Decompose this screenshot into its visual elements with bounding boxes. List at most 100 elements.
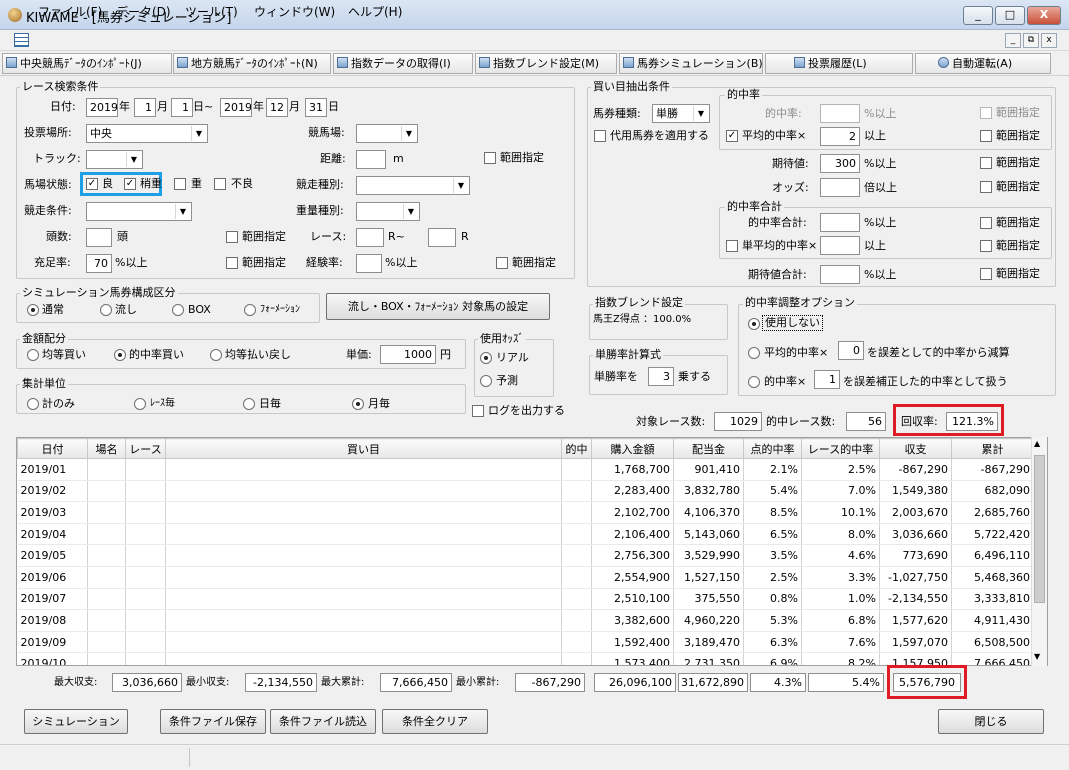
adjust-subtract-radio[interactable]	[748, 347, 760, 359]
single-avg-checkbox[interactable]	[726, 240, 738, 252]
course-select[interactable]: ▼	[356, 124, 418, 143]
mdi-close-button[interactable]: x	[1041, 33, 1057, 48]
year-to-input[interactable]: 2019	[220, 98, 252, 117]
expected-sum-range-checkbox[interactable]	[980, 268, 992, 280]
predicted-odds-radio[interactable]	[480, 375, 492, 387]
column-header[interactable]: レース的中率	[801, 438, 880, 459]
adjust-subtract-input[interactable]: 0	[838, 341, 864, 360]
menu-data[interactable]: データ(D)	[116, 3, 171, 20]
column-header[interactable]: 日付	[17, 438, 88, 459]
menu-file[interactable]: ファイル(F)	[38, 3, 102, 20]
results-grid[interactable]: 日付 場名 レース 買い目 的中 購入金額 配当金 点的中率 レース的中率 収支 累計 2019/0…	[16, 437, 1048, 666]
scroll-thumb[interactable]	[1034, 455, 1045, 603]
load-conditions-button[interactable]: 条件ファイル読込	[270, 709, 376, 734]
bet-simulation-button[interactable]: 馬券シミュレーション(B)	[619, 53, 763, 74]
hit-rate-sum-input[interactable]	[820, 213, 860, 232]
scroll-up-icon[interactable]: ▲	[1034, 439, 1040, 448]
sum-range-checkbox[interactable]	[980, 217, 992, 229]
box-radio[interactable]	[172, 304, 184, 316]
column-header[interactable]: 点的中率	[743, 438, 802, 459]
odds-range-checkbox[interactable]	[980, 181, 992, 193]
heads-input[interactable]	[86, 228, 112, 247]
expected-range-checkbox[interactable]	[980, 157, 992, 169]
per-race-radio[interactable]	[134, 398, 146, 410]
daily-radio[interactable]	[243, 398, 255, 410]
expected-value-input[interactable]: 300	[820, 154, 860, 173]
column-header[interactable]: 配当金	[673, 438, 744, 459]
distance-range-checkbox[interactable]	[484, 152, 496, 164]
vertical-scrollbar[interactable]: ▲ ▼	[1031, 437, 1047, 666]
target-horse-settings-button[interactable]: 流し・BOX・ﾌｫｰﾒｰｼｮﾝ 対象馬の設定	[326, 293, 550, 320]
menu-tools[interactable]: ツール(T)	[185, 3, 238, 20]
table-row[interactable]: 2019/03 2,102,700 4,106,370 8.5% 10.1% 2,003,…	[17, 501, 1034, 524]
normal-radio[interactable]	[27, 304, 39, 316]
year-from-input[interactable]: 2019	[86, 98, 118, 117]
save-conditions-button[interactable]: 条件ファイル保存	[160, 709, 266, 734]
table-row[interactable]: 2019/02 2,283,400 3,832,780 5.4% 7.0% 1,549,3…	[17, 480, 1034, 503]
column-header[interactable]: 場名	[87, 438, 126, 459]
menu-help[interactable]: ヘルプ(H)	[348, 3, 402, 20]
total-only-radio[interactable]	[27, 398, 39, 410]
day-to-input[interactable]: 31	[305, 98, 327, 117]
equal-payout-radio[interactable]	[210, 349, 222, 361]
clear-conditions-button[interactable]: 条件全クリア	[382, 709, 488, 734]
bet-type-select[interactable]: 単勝 ▼	[652, 104, 710, 123]
fill-range-checkbox[interactable]	[226, 257, 238, 269]
odds-input[interactable]	[820, 178, 860, 197]
import-local-button[interactable]: 地方競馬ﾃﾞｰﾀのｲﾝﾎﾟｰﾄ(N)	[173, 53, 331, 74]
table-row[interactable]: 2019/01 1,768,700 901,410 2.1% 2.5% -867,290-…	[17, 458, 1034, 481]
experience-rate-input[interactable]	[356, 254, 382, 273]
hit-rate-buy-radio[interactable]	[114, 349, 126, 361]
column-header[interactable]: 収支	[879, 438, 952, 459]
formation-radio[interactable]	[244, 304, 256, 316]
hit-rate-input[interactable]	[820, 104, 860, 123]
grid-icon[interactable]	[14, 33, 29, 47]
day-from-input[interactable]: 1	[171, 98, 193, 117]
table-row[interactable]: 2019/05 2,756,300 3,529,990 3.5% 4.6% 773,690…	[17, 544, 1034, 567]
scroll-down-icon[interactable]: ▼	[1034, 652, 1040, 661]
month-from-input[interactable]: 1	[134, 98, 156, 117]
weight-type-select[interactable]: ▼	[356, 202, 420, 221]
table-row[interactable]: 2019/07 2,510,100 375,550 0.8% 1.0% -2,134,55…	[17, 588, 1034, 611]
mdi-minimize-button[interactable]: _	[1005, 33, 1021, 48]
heavy-checkbox[interactable]	[174, 178, 186, 190]
import-central-button[interactable]: 中央競馬ﾃﾞｰﾀのｲﾝﾎﾟｰﾄ(J)	[2, 53, 172, 74]
race-type-select[interactable]: ▼	[356, 176, 470, 195]
log-output-checkbox[interactable]	[472, 405, 484, 417]
month-to-input[interactable]: 12	[266, 98, 288, 117]
table-row[interactable]: 2019/09 1,592,400 3,189,470 6.3% 7.6% 1,597,0…	[17, 631, 1034, 654]
single-avg-range-checkbox[interactable]	[980, 240, 992, 252]
get-index-button[interactable]: 指数データの取得(I)	[333, 53, 473, 74]
heads-range-checkbox[interactable]	[226, 231, 238, 243]
substitute-ticket-checkbox[interactable]	[594, 130, 606, 142]
good-checkbox[interactable]: ✓	[86, 178, 98, 190]
hit-rate-range-checkbox[interactable]	[980, 107, 992, 119]
simulate-button[interactable]: シミュレーション	[24, 709, 128, 734]
column-header[interactable]: 購入金額	[591, 438, 674, 459]
column-header[interactable]: レース	[125, 438, 166, 459]
auto-run-button[interactable]: 自動運転(A)	[915, 53, 1051, 74]
adjust-correct-input[interactable]: 1	[814, 370, 840, 389]
mdi-restore-button[interactable]: ⧉	[1023, 33, 1039, 48]
unit-price-input[interactable]: 1000	[380, 345, 436, 364]
track-select[interactable]: ▼	[86, 150, 143, 169]
table-row[interactable]: 2019/06 2,554,900 1,527,150 2.5% 3.3% -1,027,…	[17, 566, 1034, 589]
nagashi-radio[interactable]	[100, 304, 112, 316]
avg-hit-rate-checkbox[interactable]: ✓	[726, 130, 738, 142]
maximize-button[interactable]: □	[995, 6, 1025, 25]
adjust-correct-radio[interactable]	[748, 376, 760, 388]
table-row[interactable]: 2019/10 1,573,400 2,731,350 6.9% 8.2% 1,157,9…	[17, 652, 1034, 665]
table-row[interactable]: 2019/04 2,106,400 5,143,060 6.5% 8.0% 3,036,6…	[17, 523, 1034, 546]
monthly-radio[interactable]	[352, 398, 364, 410]
menu-window[interactable]: ウィンドウ(W)	[254, 3, 335, 20]
vote-history-button[interactable]: 投票履歴(L)	[765, 53, 913, 74]
experience-range-checkbox[interactable]	[496, 257, 508, 269]
bad-checkbox[interactable]	[214, 178, 226, 190]
distance-input[interactable]	[356, 150, 386, 169]
real-odds-radio[interactable]	[480, 352, 492, 364]
table-row[interactable]: 2019/08 3,382,600 4,960,220 5.3% 6.8% 1,577,6…	[17, 609, 1034, 632]
close-window-button[interactable]: X	[1027, 6, 1061, 25]
slightly-heavy-checkbox[interactable]: ✓	[124, 178, 136, 190]
minimize-button[interactable]: _	[963, 6, 993, 25]
close-button[interactable]: 閉じる	[938, 709, 1044, 734]
